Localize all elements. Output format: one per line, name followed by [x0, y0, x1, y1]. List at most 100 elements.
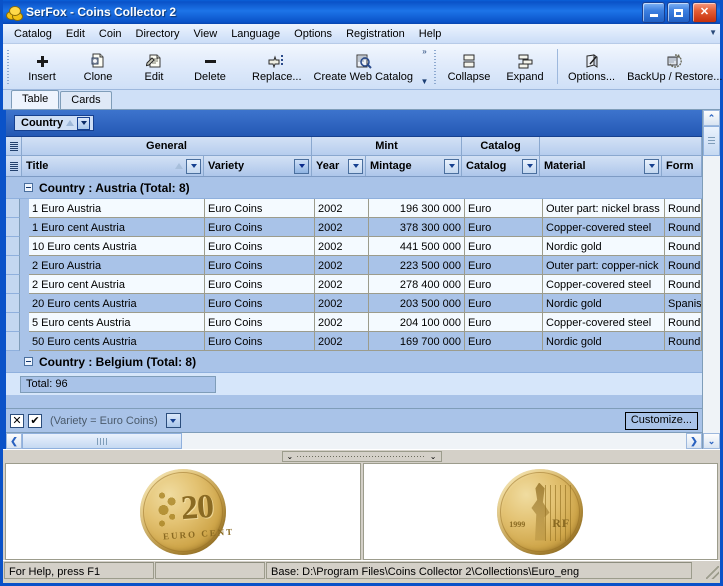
column-header-variety[interactable]: Variety — [204, 156, 312, 176]
table-row[interactable]: 2 Euro Austria Euro Coins 2002 223 500 0… — [6, 256, 702, 275]
filter-dropdown-year[interactable] — [348, 158, 363, 174]
menu-options[interactable]: Options — [287, 26, 339, 42]
menu-coin[interactable]: Coin — [92, 26, 129, 42]
menu-registration[interactable]: Registration — [339, 26, 412, 42]
group-by-box[interactable]: Country — [6, 110, 702, 137]
h-scroll-thumb[interactable] — [22, 433, 182, 449]
filter-dropdown-variety[interactable] — [294, 158, 309, 174]
group-row-belgium[interactable]: Country : Belgium (Total: 8) — [6, 351, 702, 373]
cell-mintage: 196 300 000 — [369, 199, 465, 218]
cell-year: 2002 — [315, 275, 369, 294]
edit-button[interactable]: Edit — [126, 48, 182, 85]
table-row[interactable]: 50 Euro cents Austria Euro Coins 2002 16… — [6, 332, 702, 351]
column-header-year[interactable]: Year — [312, 156, 366, 176]
cell-catalog: Euro — [465, 275, 543, 294]
panel-splitter[interactable]: ⌄ ⌄ — [3, 449, 720, 463]
tab-table[interactable]: Table — [11, 90, 60, 109]
maximize-button[interactable] — [667, 2, 690, 23]
resize-grip-icon[interactable] — [706, 566, 719, 579]
column-header-material[interactable]: Material — [540, 156, 662, 176]
menu-overflow-icon[interactable]: ▼ — [709, 28, 717, 37]
group-field-country[interactable]: Country — [14, 115, 95, 131]
grid-footer: Total: 96 — [6, 373, 702, 395]
filter-enable-checkbox[interactable]: ✔ — [28, 413, 42, 428]
scroll-down-button[interactable]: ⌄ — [703, 433, 720, 449]
expand-label: Expand — [506, 71, 544, 83]
row-selector[interactable] — [6, 237, 20, 256]
collapse-button[interactable]: Collapse — [441, 48, 497, 85]
splitter-handle[interactable]: ⌄ ⌄ — [281, 451, 442, 462]
row-indicator-header[interactable] — [6, 156, 22, 176]
row-selector[interactable] — [6, 313, 20, 332]
menu-edit[interactable]: Edit — [59, 26, 92, 42]
toolbar-gripper-2[interactable] — [432, 49, 439, 84]
insert-button[interactable]: Insert — [14, 48, 70, 85]
clone-button[interactable]: Clone — [70, 48, 126, 85]
grid-menu-button[interactable] — [6, 137, 22, 155]
row-selector[interactable] — [6, 294, 20, 313]
close-button[interactable]: ✕ — [692, 2, 717, 23]
coins-icon — [6, 4, 23, 21]
coin-image-reverse[interactable]: RF 1999 — [362, 463, 718, 560]
cell-mintage: 169 700 000 — [369, 332, 465, 351]
toolbar-overflow-button[interactable]: » ▼ — [419, 44, 430, 89]
customize-button[interactable]: Customize... — [624, 411, 698, 430]
h-scroll-track[interactable] — [22, 433, 686, 449]
filter-dropdown-title[interactable] — [186, 158, 201, 174]
band-general[interactable]: General — [22, 137, 312, 155]
group-field-dropdown[interactable] — [77, 116, 91, 130]
create-web-catalog-button[interactable]: Create Web Catalog — [308, 48, 419, 85]
scroll-left-button[interactable]: ❮ — [6, 433, 22, 449]
group-row-austria[interactable]: Country : Austria (Total: 8) — [6, 177, 702, 199]
table-row[interactable]: 1 Euro cent Austria Euro Coins 2002 378 … — [6, 218, 702, 237]
band-catalog[interactable]: Catalog — [462, 137, 540, 155]
band-empty[interactable] — [540, 137, 702, 155]
row-selector[interactable] — [6, 218, 20, 237]
menu-directory[interactable]: Directory — [129, 26, 187, 42]
coin-image-obverse[interactable]: 20 EURO CENT — [5, 463, 361, 560]
row-selector[interactable] — [6, 332, 20, 351]
column-header-title[interactable]: Title — [22, 156, 204, 176]
row-selector[interactable] — [6, 275, 20, 294]
menu-view[interactable]: View — [187, 26, 225, 42]
filter-dropdown-mintage[interactable] — [444, 158, 459, 174]
splitter-up-icon[interactable]: ⌄ — [287, 452, 294, 461]
row-selector[interactable] — [6, 199, 20, 218]
filter-dropdown-material[interactable] — [644, 158, 659, 174]
delete-button[interactable]: Delete — [182, 48, 238, 85]
menu-language[interactable]: Language — [224, 26, 287, 42]
column-header-form[interactable]: Form — [662, 156, 702, 176]
table-row[interactable]: 2 Euro cent Austria Euro Coins 2002 278 … — [6, 275, 702, 294]
tab-cards[interactable]: Cards — [60, 91, 112, 109]
column-header-catalog[interactable]: Catalog — [462, 156, 540, 176]
menu-catalog[interactable]: Catalog — [7, 26, 59, 42]
scroll-up-button[interactable]: ⌃ — [703, 110, 720, 126]
collapse-group-button-belgium[interactable] — [24, 357, 33, 366]
table-row[interactable]: 5 Euro cents Austria Euro Coins 2002 204… — [6, 313, 702, 332]
table-row[interactable]: 10 Euro cents Austria Euro Coins 2002 44… — [6, 237, 702, 256]
cell-mintage: 203 500 000 — [369, 294, 465, 313]
filter-close-button[interactable]: ✕ — [10, 413, 24, 428]
horizontal-scrollbar[interactable]: ❮ ❯ — [6, 432, 702, 449]
filter-history-dropdown[interactable] — [165, 413, 181, 428]
vertical-scrollbar[interactable]: ⌃ ⌄ — [702, 110, 720, 449]
replace-button[interactable]: Replace... — [246, 48, 308, 85]
backup-restore-button[interactable]: BackUp / Restore... — [621, 48, 723, 85]
options-button[interactable]: Options... — [562, 48, 621, 85]
scroll-right-button[interactable]: ❯ — [686, 433, 702, 449]
table-row[interactable]: 1 Euro Austria Euro Coins 2002 196 300 0… — [6, 199, 702, 218]
row-selector[interactable] — [6, 256, 20, 275]
filter-dropdown-catalog[interactable] — [522, 158, 537, 174]
v-scroll-thumb[interactable] — [703, 126, 720, 156]
minimize-button[interactable] — [642, 2, 665, 23]
expand-button[interactable]: Expand — [497, 48, 553, 85]
menu-help[interactable]: Help — [412, 26, 449, 42]
collapse-group-button[interactable] — [24, 183, 33, 192]
column-header-mintage[interactable]: Mintage — [366, 156, 462, 176]
splitter-down-icon[interactable]: ⌄ — [430, 452, 437, 461]
toolbar-gripper[interactable] — [5, 49, 12, 84]
sort-ascending-icon-title — [175, 163, 183, 169]
table-row[interactable]: 20 Euro cents Austria Euro Coins 2002 20… — [6, 294, 702, 313]
band-mint[interactable]: Mint — [312, 137, 462, 155]
v-scroll-track[interactable] — [703, 126, 720, 433]
